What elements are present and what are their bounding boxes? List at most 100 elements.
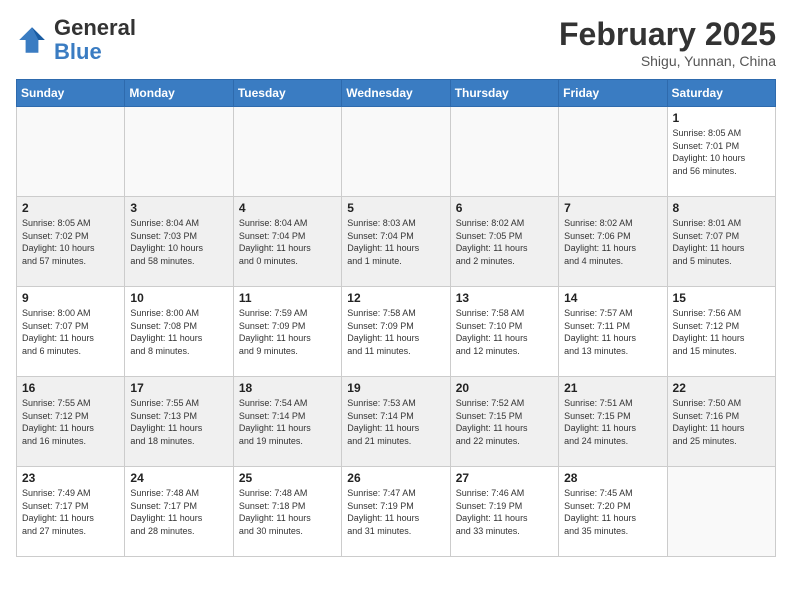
calendar-cell: 24 Sunrise: 7:48 AM Sunset: 7:17 PM Dayli… bbox=[125, 467, 233, 557]
logo-icon bbox=[16, 24, 48, 56]
calendar-body: 1 Sunrise: 8:05 AM Sunset: 7:01 PM Daylig… bbox=[17, 107, 776, 557]
week-row-1: 1 Sunrise: 8:05 AM Sunset: 7:01 PM Daylig… bbox=[17, 107, 776, 197]
calendar-cell: 9Sunrise: 8:00 AM Sunset: 7:07 PM Daylig… bbox=[17, 287, 125, 377]
calendar-cell: 21 Sunrise: 7:51 AM Sunset: 7:15 PM Dayli… bbox=[559, 377, 667, 467]
calendar-cell: 23 Sunrise: 7:49 AM Sunset: 7:17 PM Dayli… bbox=[17, 467, 125, 557]
day-info: Sunrise: 8:04 AM Sunset: 7:03 PM Dayligh… bbox=[130, 217, 227, 267]
day-number: 15 bbox=[673, 291, 770, 305]
day-number: 12 bbox=[347, 291, 444, 305]
logo: General Blue bbox=[16, 16, 136, 64]
day-header-tuesday: Tuesday bbox=[233, 80, 341, 107]
day-number: 24 bbox=[130, 471, 227, 485]
week-row-3: 9Sunrise: 8:00 AM Sunset: 7:07 PM Daylig… bbox=[17, 287, 776, 377]
day-info: Sunrise: 7:49 AM Sunset: 7:17 PM Dayligh… bbox=[22, 487, 119, 537]
day-header-friday: Friday bbox=[559, 80, 667, 107]
day-info: Sunrise: 7:47 AM Sunset: 7:19 PM Dayligh… bbox=[347, 487, 444, 537]
day-info: Sunrise: 8:00 AM Sunset: 7:08 PM Dayligh… bbox=[130, 307, 227, 357]
logo-text: General Blue bbox=[54, 16, 136, 64]
calendar-cell: 26 Sunrise: 7:47 AM Sunset: 7:19 PM Dayli… bbox=[342, 467, 450, 557]
day-number: 5 bbox=[347, 201, 444, 215]
calendar-header-row: SundayMondayTuesdayWednesdayThursdayFrid… bbox=[17, 80, 776, 107]
calendar-title: February 2025 bbox=[559, 16, 776, 53]
calendar-cell: 8 Sunrise: 8:01 AM Sunset: 7:07 PM Daylig… bbox=[667, 197, 775, 287]
day-info: Sunrise: 7:54 AM Sunset: 7:14 PM Dayligh… bbox=[239, 397, 336, 447]
day-info: Sunrise: 8:03 AM Sunset: 7:04 PM Dayligh… bbox=[347, 217, 444, 267]
day-info: Sunrise: 7:45 AM Sunset: 7:20 PM Dayligh… bbox=[564, 487, 661, 537]
day-info: Sunrise: 7:59 AM Sunset: 7:09 PM Dayligh… bbox=[239, 307, 336, 357]
day-number: 4 bbox=[239, 201, 336, 215]
day-info: Sunrise: 7:58 AM Sunset: 7:09 PM Dayligh… bbox=[347, 307, 444, 357]
day-info: Sunrise: 7:55 AM Sunset: 7:13 PM Dayligh… bbox=[130, 397, 227, 447]
day-number: 10 bbox=[130, 291, 227, 305]
calendar-cell bbox=[233, 107, 341, 197]
day-number: 23 bbox=[22, 471, 119, 485]
day-number: 7 bbox=[564, 201, 661, 215]
week-row-2: 2 Sunrise: 8:05 AM Sunset: 7:02 PM Daylig… bbox=[17, 197, 776, 287]
day-number: 18 bbox=[239, 381, 336, 395]
day-header-sunday: Sunday bbox=[17, 80, 125, 107]
day-info: Sunrise: 8:05 AM Sunset: 7:01 PM Dayligh… bbox=[673, 127, 770, 177]
calendar-cell: 16Sunrise: 7:55 AM Sunset: 7:12 PM Dayli… bbox=[17, 377, 125, 467]
day-number: 21 bbox=[564, 381, 661, 395]
calendar-cell: 6 Sunrise: 8:02 AM Sunset: 7:05 PM Daylig… bbox=[450, 197, 558, 287]
day-info: Sunrise: 8:01 AM Sunset: 7:07 PM Dayligh… bbox=[673, 217, 770, 267]
calendar-cell: 10 Sunrise: 8:00 AM Sunset: 7:08 PM Dayli… bbox=[125, 287, 233, 377]
day-info: Sunrise: 7:57 AM Sunset: 7:11 PM Dayligh… bbox=[564, 307, 661, 357]
calendar-cell bbox=[667, 467, 775, 557]
day-number: 17 bbox=[130, 381, 227, 395]
calendar-cell: 12 Sunrise: 7:58 AM Sunset: 7:09 PM Dayli… bbox=[342, 287, 450, 377]
day-info: Sunrise: 8:05 AM Sunset: 7:02 PM Dayligh… bbox=[22, 217, 119, 267]
calendar-cell: 3 Sunrise: 8:04 AM Sunset: 7:03 PM Daylig… bbox=[125, 197, 233, 287]
calendar-cell: 17 Sunrise: 7:55 AM Sunset: 7:13 PM Dayli… bbox=[125, 377, 233, 467]
calendar-cell: 1 Sunrise: 8:05 AM Sunset: 7:01 PM Daylig… bbox=[667, 107, 775, 197]
week-row-5: 23 Sunrise: 7:49 AM Sunset: 7:17 PM Dayli… bbox=[17, 467, 776, 557]
calendar-cell: 2 Sunrise: 8:05 AM Sunset: 7:02 PM Daylig… bbox=[17, 197, 125, 287]
day-info: Sunrise: 7:51 AM Sunset: 7:15 PM Dayligh… bbox=[564, 397, 661, 447]
calendar-cell: 15Sunrise: 7:56 AM Sunset: 7:12 PM Dayli… bbox=[667, 287, 775, 377]
day-number: 3 bbox=[130, 201, 227, 215]
calendar-cell: 25 Sunrise: 7:48 AM Sunset: 7:18 PM Dayli… bbox=[233, 467, 341, 557]
day-info: Sunrise: 7:50 AM Sunset: 7:16 PM Dayligh… bbox=[673, 397, 770, 447]
day-number: 27 bbox=[456, 471, 553, 485]
calendar-cell bbox=[559, 107, 667, 197]
calendar-cell: 14Sunrise: 7:57 AM Sunset: 7:11 PM Dayli… bbox=[559, 287, 667, 377]
day-info: Sunrise: 8:04 AM Sunset: 7:04 PM Dayligh… bbox=[239, 217, 336, 267]
day-number: 1 bbox=[673, 111, 770, 125]
day-info: Sunrise: 7:53 AM Sunset: 7:14 PM Dayligh… bbox=[347, 397, 444, 447]
calendar-subtitle: Shigu, Yunnan, China bbox=[559, 53, 776, 69]
day-number: 20 bbox=[456, 381, 553, 395]
day-header-wednesday: Wednesday bbox=[342, 80, 450, 107]
day-info: Sunrise: 7:46 AM Sunset: 7:19 PM Dayligh… bbox=[456, 487, 553, 537]
calendar-cell bbox=[342, 107, 450, 197]
calendar-cell: 18 Sunrise: 7:54 AM Sunset: 7:14 PM Dayli… bbox=[233, 377, 341, 467]
calendar-table: SundayMondayTuesdayWednesdayThursdayFrid… bbox=[16, 79, 776, 557]
calendar-cell: 28 Sunrise: 7:45 AM Sunset: 7:20 PM Dayli… bbox=[559, 467, 667, 557]
calendar-cell: 11 Sunrise: 7:59 AM Sunset: 7:09 PM Dayli… bbox=[233, 287, 341, 377]
calendar-cell bbox=[450, 107, 558, 197]
day-header-monday: Monday bbox=[125, 80, 233, 107]
day-info: Sunrise: 8:00 AM Sunset: 7:07 PM Dayligh… bbox=[22, 307, 119, 357]
header: General Blue February 2025 Shigu, Yunnan… bbox=[16, 16, 776, 69]
day-header-thursday: Thursday bbox=[450, 80, 558, 107]
day-number: 8 bbox=[673, 201, 770, 215]
day-info: Sunrise: 7:48 AM Sunset: 7:17 PM Dayligh… bbox=[130, 487, 227, 537]
day-number: 2 bbox=[22, 201, 119, 215]
day-info: Sunrise: 7:48 AM Sunset: 7:18 PM Dayligh… bbox=[239, 487, 336, 537]
day-header-saturday: Saturday bbox=[667, 80, 775, 107]
day-info: Sunrise: 8:02 AM Sunset: 7:06 PM Dayligh… bbox=[564, 217, 661, 267]
day-number: 26 bbox=[347, 471, 444, 485]
day-info: Sunrise: 7:55 AM Sunset: 7:12 PM Dayligh… bbox=[22, 397, 119, 447]
day-number: 25 bbox=[239, 471, 336, 485]
day-number: 6 bbox=[456, 201, 553, 215]
calendar-cell: 20 Sunrise: 7:52 AM Sunset: 7:15 PM Dayli… bbox=[450, 377, 558, 467]
day-number: 28 bbox=[564, 471, 661, 485]
week-row-4: 16Sunrise: 7:55 AM Sunset: 7:12 PM Dayli… bbox=[17, 377, 776, 467]
calendar-cell bbox=[17, 107, 125, 197]
day-info: Sunrise: 8:02 AM Sunset: 7:05 PM Dayligh… bbox=[456, 217, 553, 267]
calendar-cell: 13Sunrise: 7:58 AM Sunset: 7:10 PM Dayli… bbox=[450, 287, 558, 377]
day-info: Sunrise: 7:52 AM Sunset: 7:15 PM Dayligh… bbox=[456, 397, 553, 447]
calendar-cell: 22Sunrise: 7:50 AM Sunset: 7:16 PM Dayli… bbox=[667, 377, 775, 467]
calendar-cell: 19Sunrise: 7:53 AM Sunset: 7:14 PM Dayli… bbox=[342, 377, 450, 467]
title-area: February 2025 Shigu, Yunnan, China bbox=[559, 16, 776, 69]
day-number: 11 bbox=[239, 291, 336, 305]
